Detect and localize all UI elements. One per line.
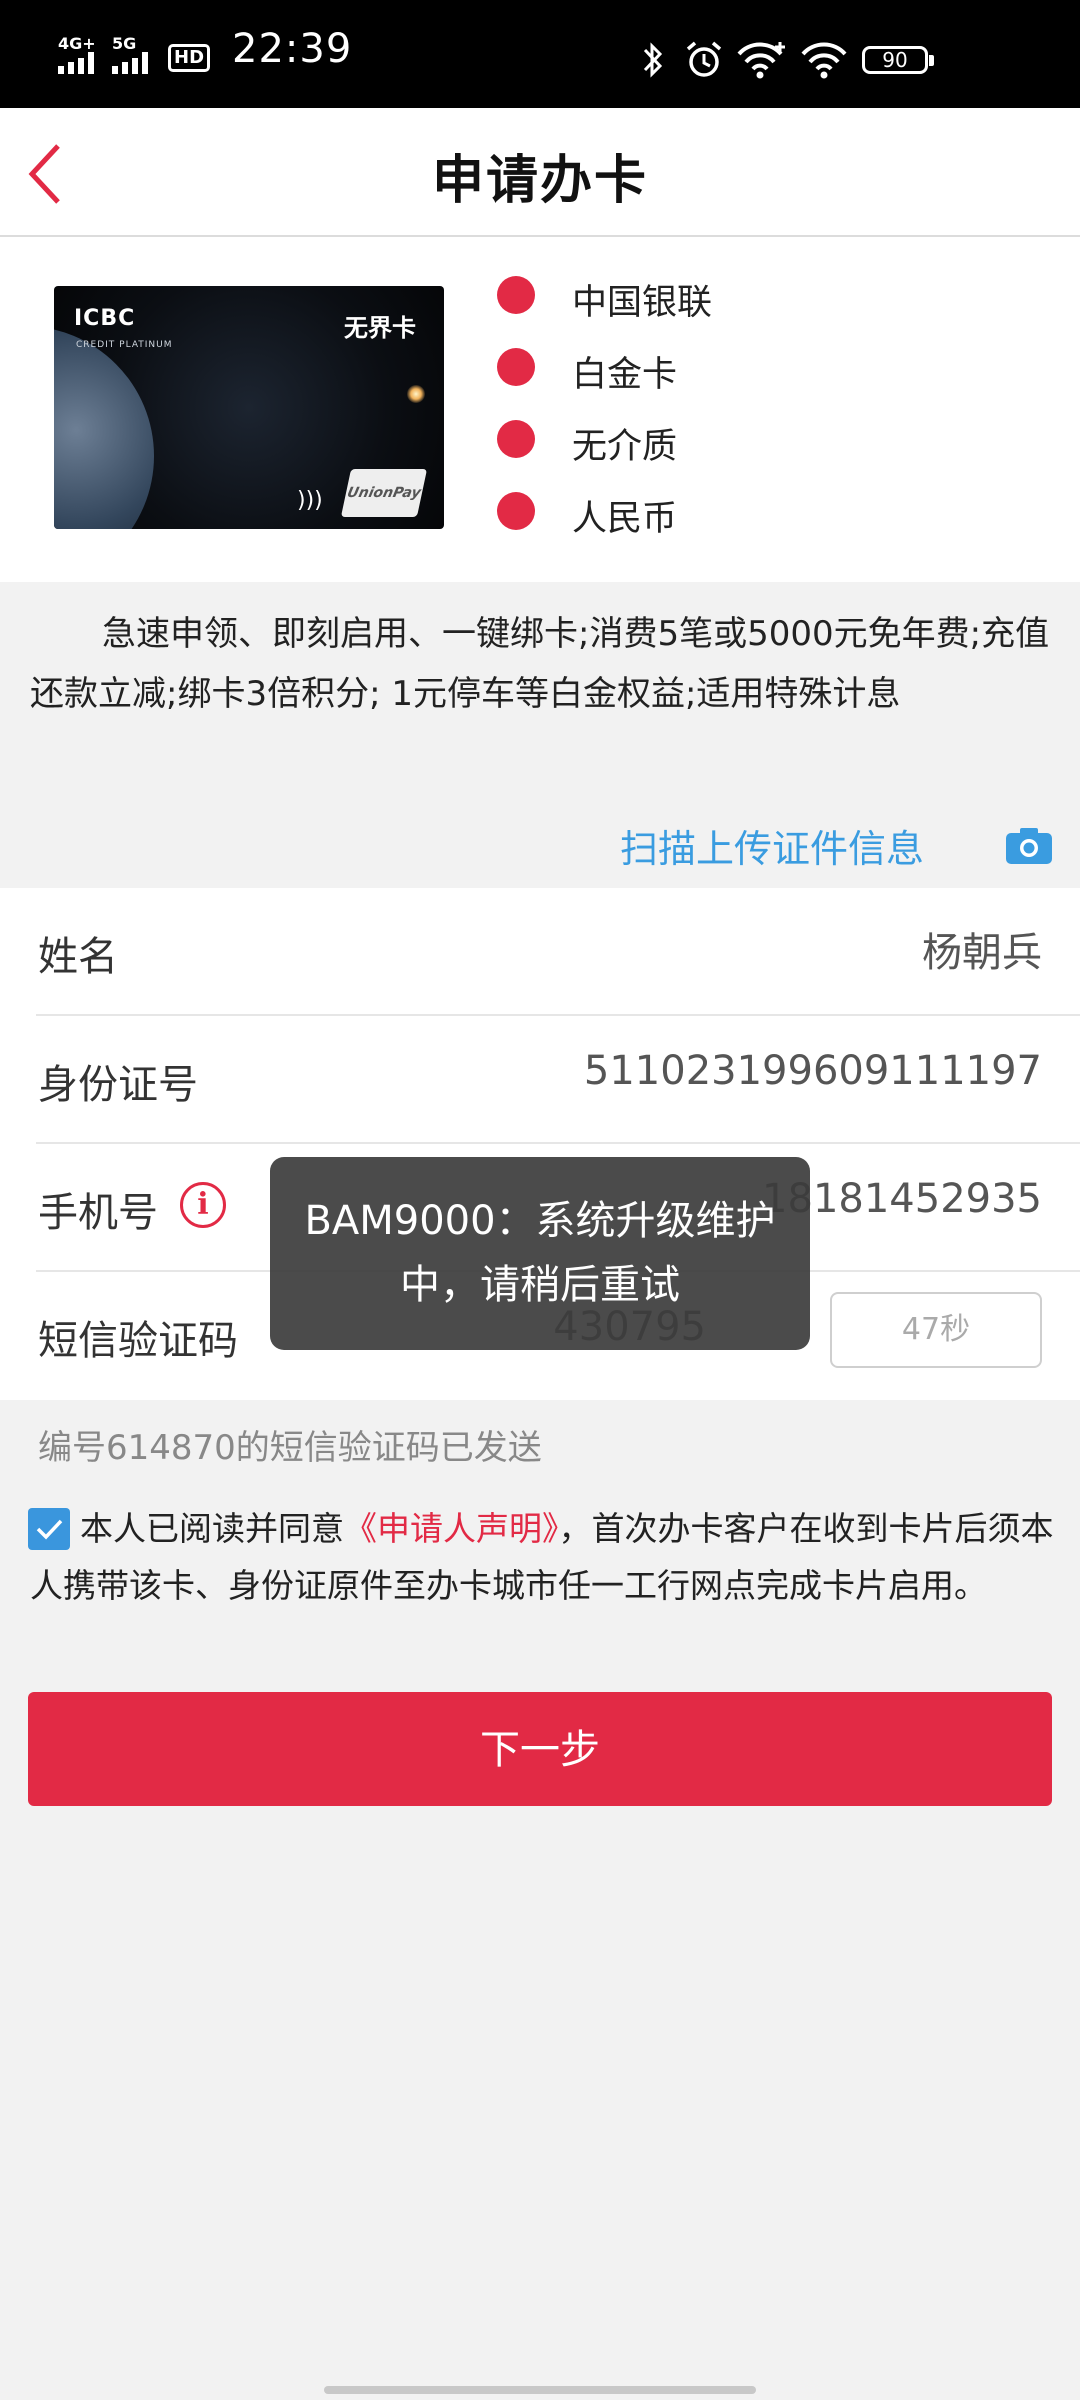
alarm-icon (686, 41, 722, 77)
agreement-prefix: 本人已阅读并同意 (80, 1509, 344, 1548)
divider (36, 1014, 1080, 1016)
name-field[interactable]: 杨朝兵 (922, 920, 1042, 978)
wifi-icon (801, 42, 847, 79)
feature-label: 无介质 (572, 427, 678, 467)
card-summary: ICBC CREDIT PLATINUM 无界卡 ))) UnionPay 中国… (0, 237, 1080, 582)
bluetooth-icon (643, 42, 663, 78)
app-header: 申请办卡 (0, 108, 1080, 237)
cell-signal-icon (58, 52, 94, 74)
card-description: 急速申领、即刻启用、一键绑卡;消费5笔或5000元免年费;充值还款立减;绑卡3倍… (30, 614, 1050, 714)
battery-icon: 90 (862, 46, 934, 74)
card-name: 无界卡 (344, 314, 416, 342)
cell-signal-icon-2 (112, 52, 148, 74)
feature-item: 中国银联 (497, 264, 947, 324)
resend-countdown-button[interactable]: 47秒 (830, 1292, 1042, 1368)
bullet-dot-icon (497, 492, 535, 530)
applicant-statement-link[interactable]: 《申请人声明》 (344, 1509, 559, 1548)
feature-label: 白金卡 (572, 355, 678, 395)
hd-voice-icon: HD (168, 44, 211, 72)
divider (36, 1142, 1080, 1144)
bullet-dot-icon (497, 276, 535, 314)
name-label: 姓名 (38, 934, 118, 980)
card-sub: CREDIT PLATINUM (76, 340, 173, 350)
sms-sent-notice: 编号614870的短信验证码已发送 (38, 1428, 542, 1468)
signal-5g-label: 5G (112, 34, 137, 53)
error-toast: BAM9000：系统升级维护中，请稍后重试 (270, 1157, 810, 1350)
next-step-button[interactable]: 下一步 (28, 1692, 1052, 1806)
feature-item: 人民币 (497, 480, 947, 540)
unionpay-logo: UnionPay (340, 469, 428, 517)
card-brand: ICBC (74, 306, 136, 331)
feature-item: 白金卡 (497, 336, 947, 396)
clock: 22:39 (232, 26, 353, 72)
contactless-icon: ))) (297, 488, 323, 513)
bullet-dot-icon (497, 348, 535, 386)
status-bar: 4G+ 5G HD 22:39 90 (0, 0, 1080, 108)
info-icon[interactable]: i (180, 1182, 226, 1228)
signal-4g-label: 4G+ (58, 34, 96, 53)
feature-label: 人民币 (572, 499, 678, 539)
agreement-text: 本人已阅读并同意《申请人声明》，首次办卡客户在收到卡片后须本人携带该卡、身份证原… (30, 1500, 1055, 1614)
id-number-label: 身份证号 (38, 1062, 198, 1108)
scan-id-link[interactable]: 扫描上传证件信息 (620, 818, 924, 873)
home-indicator[interactable] (324, 2386, 756, 2394)
page-title: 申请办卡 (431, 151, 648, 211)
wifi-plus-icon (737, 42, 785, 79)
feature-item: 无介质 (497, 408, 947, 468)
sms-code-label: 短信验证码 (38, 1318, 238, 1364)
bullet-dot-icon (497, 420, 535, 458)
card-star-art (407, 385, 425, 403)
card-image: ICBC CREDIT PLATINUM 无界卡 ))) UnionPay (54, 286, 444, 529)
phone-label: 手机号 (38, 1190, 158, 1236)
battery-level: 90 (882, 48, 908, 72)
camera-icon[interactable] (1006, 826, 1052, 864)
id-number-field[interactable]: 511023199609111197 (584, 1048, 1042, 1094)
feature-label: 中国银联 (572, 283, 713, 323)
card-planet-art (54, 326, 154, 529)
